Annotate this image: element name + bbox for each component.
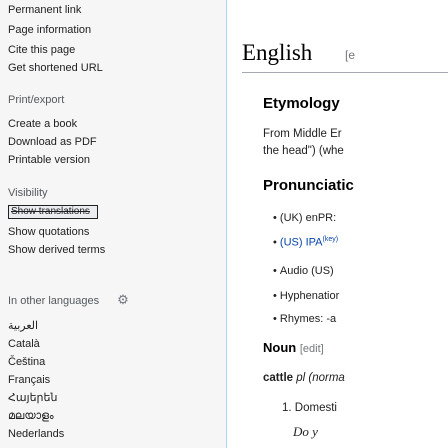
sidebar-link-get-shortened-url[interactable]: Get shortened URL <box>8 62 103 75</box>
sidebar-link-permanent-link[interactable]: Permanent link <box>8 4 81 17</box>
sidebar: Permanent link Page information Cite thi… <box>0 0 200 448</box>
pronunciation-item: • (US) IPA(key) <box>273 236 339 249</box>
sidebar-heading-print-export: Print/export <box>8 94 65 106</box>
language-link-catalan[interactable]: Català <box>8 338 40 351</box>
page: Permanent link Page information Cite thi… <box>0 0 448 448</box>
pronunciation-heading: Pronunciatic <box>263 177 354 194</box>
pronunciation-item: • (UK) enPR: <box>273 212 337 224</box>
etymology-text-line-1: From Middle Er <box>263 128 342 140</box>
sidebar-link-download-pdf[interactable]: Download as PDF <box>8 136 97 149</box>
gear-icon[interactable]: ⚙ <box>116 293 130 307</box>
heading-divider <box>242 72 448 73</box>
language-link-french[interactable]: Français <box>8 374 50 387</box>
headword: cattle <box>263 372 294 384</box>
sidebar-link-printable-version[interactable]: Printable version <box>8 154 90 167</box>
pronunciation-item: • Hyphenatior <box>273 290 340 302</box>
pronunciation-audio: • Audio (US) <box>273 265 334 277</box>
noun-edit-link[interactable]: [edit] <box>300 343 324 355</box>
pronunciation-rhymes: Rhymes: -a <box>279 313 337 325</box>
language-link-czech[interactable]: Čeština <box>8 356 45 369</box>
headword-line: cattle pl (norma <box>263 372 345 384</box>
pronunciation-ipa-link[interactable]: (US) IPA <box>280 237 323 249</box>
language-heading: English <box>242 40 313 65</box>
show-translations-button[interactable]: Show translations <box>8 205 98 219</box>
definition-example: Do y <box>293 424 318 439</box>
language-link-arabic[interactable]: العربية <box>8 320 38 333</box>
pronunciation-item: • Rhymes: -a <box>273 313 337 325</box>
pronunciation-hyphenation: Hyphenatior <box>279 290 340 302</box>
sidebar-link-page-information[interactable]: Page information <box>8 24 91 37</box>
sidebar-link-create-a-book[interactable]: Create a book <box>8 118 77 131</box>
main-content: English [e Etymology From Middle Er the … <box>226 0 448 448</box>
pronunciation-item-label: (UK) enPR: <box>279 212 337 224</box>
pronunciation-audio-label[interactable]: Audio (US) <box>280 265 334 277</box>
noun-heading: Noun [edit] <box>263 340 324 355</box>
language-link-armenian[interactable]: Հայերեն <box>8 392 57 405</box>
ipa-key-link[interactable]: (key) <box>323 236 339 243</box>
sidebar-link-cite-this-page[interactable]: Cite this page <box>8 44 75 57</box>
etymology-heading: Etymology <box>263 95 340 112</box>
headword-inflection: pl (norma <box>296 372 345 384</box>
sidebar-link-show-derived-terms[interactable]: Show derived terms <box>8 244 105 257</box>
noun-heading-text: Noun <box>263 340 297 355</box>
language-edit-link[interactable]: [e <box>345 48 355 62</box>
sidebar-heading-other-languages: In other languages <box>8 295 100 307</box>
sidebar-heading-visibility: Visibility <box>8 187 48 199</box>
definition-1: 1. Domesti <box>282 402 337 414</box>
sidebar-link-show-quotations[interactable]: Show quotations <box>8 226 89 239</box>
language-link-dutch[interactable]: Nederlands <box>8 428 64 441</box>
language-link-malayalam[interactable]: മലയാളം <box>8 410 54 423</box>
etymology-text-line-2: the head") (whe <box>263 145 344 157</box>
